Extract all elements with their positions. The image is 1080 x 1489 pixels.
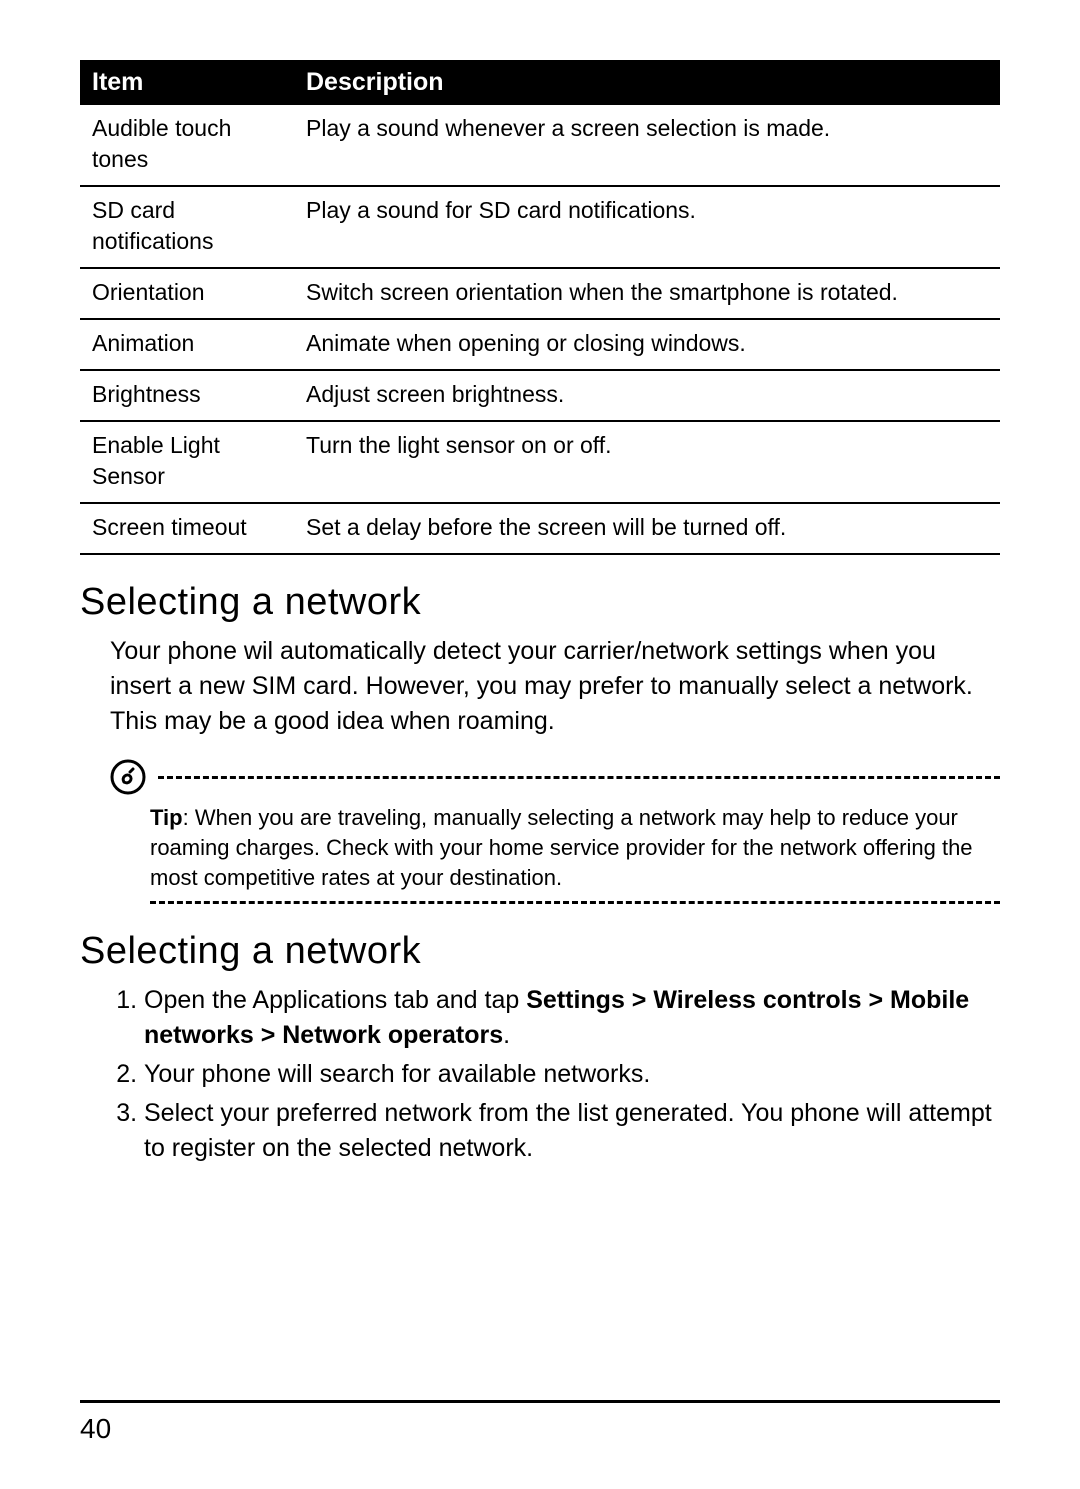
steps-list: Open the Applications tab and tap Settin… xyxy=(110,983,1000,1166)
table-header-description: Description xyxy=(294,60,1000,105)
cell-item: Brightness xyxy=(80,370,294,421)
table-row: Animation Animate when opening or closin… xyxy=(80,319,1000,370)
manual-page: Item Description Audible touch tones Pla… xyxy=(0,0,1080,1489)
table-header-item: Item xyxy=(80,60,294,105)
table-row: Enable Light Sensor Turn the light senso… xyxy=(80,421,1000,503)
heading-selecting-network-2: Selecting a network xyxy=(80,930,1000,973)
step-1-post: . xyxy=(503,1021,510,1049)
tip-label: Tip xyxy=(150,805,183,830)
cell-description: Set a delay before the screen will be tu… xyxy=(294,503,1000,554)
tip-rule-bottom xyxy=(80,901,1000,904)
cell-item: Enable Light Sensor xyxy=(80,421,294,503)
table-header-row: Item Description xyxy=(80,60,1000,105)
heading-selecting-network-1: Selecting a network xyxy=(80,581,1000,624)
page-number: 40 xyxy=(80,1413,111,1445)
cell-description: Play a sound for SD card notifications. xyxy=(294,186,1000,268)
table-row: Audible touch tones Play a sound wheneve… xyxy=(80,105,1000,186)
tip-body: : When you are traveling, manually selec… xyxy=(150,805,973,889)
tip-block: Tip: When you are traveling, manually se… xyxy=(80,759,1000,903)
dashed-rule xyxy=(150,901,1000,904)
table-row: Screen timeout Set a delay before the sc… xyxy=(80,503,1000,554)
cell-item: Screen timeout xyxy=(80,503,294,554)
footer-rule xyxy=(80,1400,1000,1403)
cell-item: Audible touch tones xyxy=(80,105,294,186)
cell-item: SD card notifications xyxy=(80,186,294,268)
tip-text: Tip: When you are traveling, manually se… xyxy=(150,803,1000,892)
intro-paragraph: Your phone wil automatically detect your… xyxy=(110,634,1000,739)
table-row: SD card notifications Play a sound for S… xyxy=(80,186,1000,268)
step-2: Your phone will search for available net… xyxy=(144,1057,1000,1092)
cell-item: Orientation xyxy=(80,268,294,319)
table-row: Orientation Switch screen orientation wh… xyxy=(80,268,1000,319)
cell-item: Animation xyxy=(80,319,294,370)
settings-table: Item Description Audible touch tones Pla… xyxy=(80,60,1000,555)
cell-description: Animate when opening or closing windows. xyxy=(294,319,1000,370)
cell-description: Play a sound whenever a screen selection… xyxy=(294,105,1000,186)
tip-rule-top xyxy=(80,759,1000,795)
step-1: Open the Applications tab and tap Settin… xyxy=(144,983,1000,1053)
step-1-pre: Open the Applications tab and tap xyxy=(144,986,526,1014)
tip-icon xyxy=(110,759,146,795)
cell-description: Adjust screen brightness. xyxy=(294,370,1000,421)
table-row: Brightness Adjust screen brightness. xyxy=(80,370,1000,421)
step-3: Select your preferred network from the l… xyxy=(144,1096,1000,1166)
cell-description: Switch screen orientation when the smart… xyxy=(294,268,1000,319)
dashed-rule xyxy=(158,776,1000,779)
cell-description: Turn the light sensor on or off. xyxy=(294,421,1000,503)
